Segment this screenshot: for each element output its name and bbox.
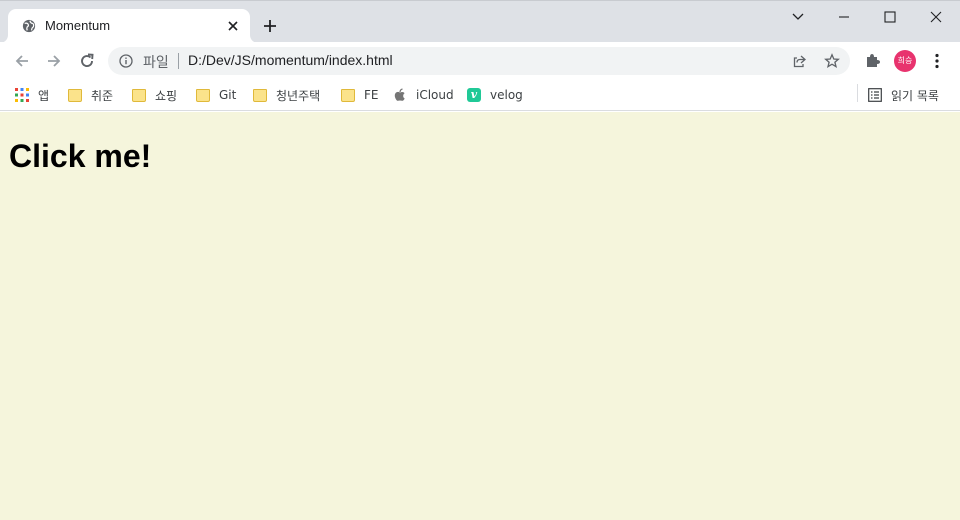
- bookmark-folder-fe[interactable]: FE: [341, 85, 378, 105]
- bookmark-label: velog: [490, 88, 523, 102]
- reading-list-label: 읽기 목록: [891, 88, 939, 103]
- bookmark-label: FE: [364, 88, 379, 102]
- new-tab-icon[interactable]: [262, 18, 278, 34]
- velog-icon: v: [467, 88, 481, 102]
- tab-momentum[interactable]: Momentum: [8, 9, 250, 43]
- bookmark-label: 취준: [91, 88, 114, 103]
- omnibox-divider: [178, 53, 179, 69]
- bookmark-folder-housing[interactable]: 청년주택: [253, 85, 320, 105]
- bookmark-label: 청년주택: [276, 88, 321, 103]
- folder-icon: [253, 88, 267, 102]
- profile-avatar[interactable]: 희승: [894, 50, 916, 72]
- tab-search-chevron-icon[interactable]: [790, 9, 806, 25]
- forward-icon[interactable]: [45, 52, 63, 70]
- folder-icon: [68, 88, 82, 102]
- bookmark-label: Git: [219, 88, 237, 102]
- back-icon[interactable]: [13, 52, 31, 70]
- bookmark-folder-git[interactable]: Git: [196, 85, 236, 105]
- scheme-label: 파일: [143, 55, 169, 71]
- bookmark-folder-job[interactable]: 취준: [68, 85, 113, 105]
- bookmark-velog[interactable]: v velog: [467, 85, 523, 105]
- info-icon[interactable]: [119, 54, 133, 68]
- more-menu-icon[interactable]: [930, 52, 944, 70]
- bookmarks-divider: [857, 84, 858, 102]
- toolbar: 파일 D:/Dev/JS/momentum/index.html: [0, 42, 960, 80]
- folder-icon: [132, 88, 146, 102]
- bookmark-star-icon[interactable]: [824, 53, 840, 69]
- bookmark-label: 앱: [38, 88, 50, 103]
- page-viewport: Click me!: [0, 112, 960, 520]
- apps-grid-icon: [15, 88, 29, 102]
- bookmark-icloud[interactable]: iCloud: [393, 85, 454, 105]
- bookmark-folder-shopping[interactable]: 쇼핑: [132, 85, 177, 105]
- click-me-heading[interactable]: Click me!: [9, 138, 151, 175]
- globe-icon: [22, 19, 36, 33]
- folder-icon: [341, 88, 355, 102]
- minimize-icon[interactable]: [836, 9, 852, 25]
- tab-strip: Momentum: [0, 0, 960, 43]
- maximize-icon[interactable]: [882, 9, 898, 25]
- bookmark-label: iCloud: [416, 88, 454, 102]
- window-close-icon[interactable]: [928, 9, 944, 25]
- tab-title: Momentum: [45, 18, 111, 33]
- share-icon[interactable]: [792, 53, 808, 69]
- address-bar[interactable]: 파일 D:/Dev/JS/momentum/index.html: [108, 47, 850, 75]
- extensions-puzzle-icon[interactable]: [864, 52, 881, 69]
- close-icon[interactable]: [225, 18, 241, 34]
- bookmarks-bar: 앱 취준 쇼핑 Git 청년주택 FE iCloud v velog 읽기 목록: [0, 80, 960, 111]
- folder-icon: [196, 88, 210, 102]
- reload-icon[interactable]: [78, 52, 96, 70]
- reading-list-button[interactable]: 읽기 목록: [868, 85, 939, 105]
- bookmark-label: 쇼핑: [155, 88, 178, 103]
- apple-icon: [394, 88, 405, 101]
- url-text[interactable]: D:/Dev/JS/momentum/index.html: [188, 52, 393, 68]
- reading-list-icon: [868, 88, 882, 102]
- bookmark-apps[interactable]: 앱: [15, 85, 49, 105]
